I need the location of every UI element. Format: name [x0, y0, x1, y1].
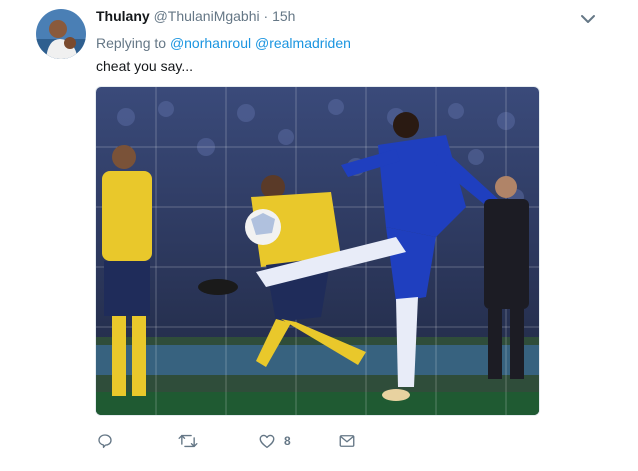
retweet-button[interactable] [178, 430, 206, 452]
like-count: 8 [284, 434, 291, 448]
retweet-icon [178, 434, 198, 448]
user-handle[interactable]: @ThulaniMgabhi [154, 8, 260, 24]
tweet-photo[interactable] [95, 86, 540, 416]
like-button[interactable]: 8 [258, 430, 291, 452]
avatar[interactable] [36, 9, 86, 59]
direct-message-button[interactable] [338, 430, 356, 452]
avatar-image [36, 9, 86, 59]
replying-to-line: Replying to @norhanroul @realmadriden [96, 35, 351, 51]
reply-button[interactable] [96, 430, 122, 452]
mention-link[interactable]: @norhanroul [170, 35, 251, 51]
football-photo [96, 87, 539, 415]
chevron-down-icon[interactable] [580, 12, 596, 24]
display-name[interactable]: Thulany [96, 8, 150, 24]
mention-link[interactable]: @realmadriden [255, 35, 351, 51]
tweet-actions: 8 [96, 430, 396, 452]
tweet-text: cheat you say... [96, 58, 194, 74]
timestamp[interactable]: 15h [272, 8, 295, 24]
separator-dot: · [263, 8, 269, 24]
reply-icon [98, 434, 112, 449]
heart-icon [259, 434, 275, 449]
tweet-card: Thulany @ThulaniMgabhi · 15h Replying to… [0, 0, 638, 471]
replying-prefix: Replying to [96, 35, 167, 51]
tweet-header: Thulany @ThulaniMgabhi · 15h [96, 8, 295, 24]
envelope-icon [339, 435, 355, 447]
